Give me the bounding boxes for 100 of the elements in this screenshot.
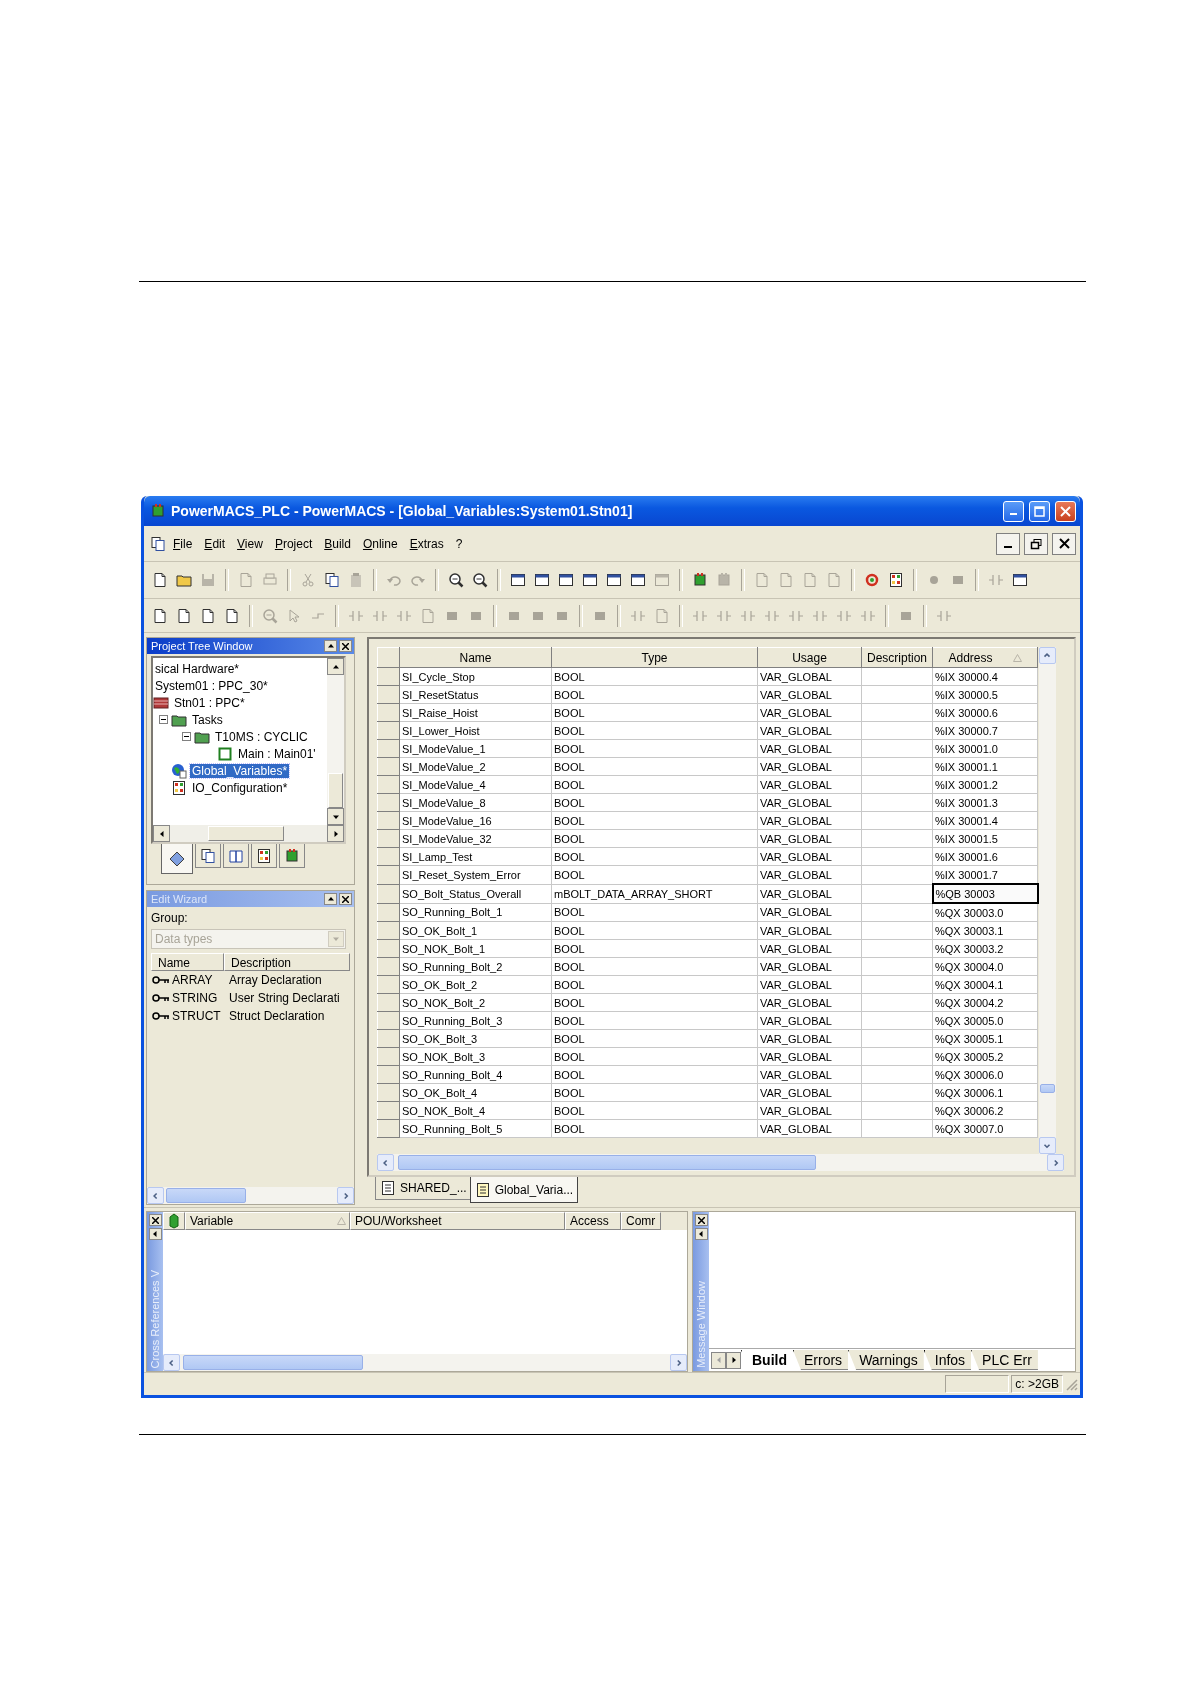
column-header[interactable]: Usage bbox=[757, 647, 862, 668]
list-item[interactable]: STRUCT bbox=[172, 1009, 221, 1023]
scroll-down-button[interactable] bbox=[1038, 1137, 1056, 1154]
window-icon[interactable] bbox=[534, 572, 550, 588]
chip-icon bbox=[284, 847, 300, 864]
scrollbar-thumb[interactable] bbox=[166, 1188, 246, 1203]
panel-tab[interactable] bbox=[195, 844, 221, 868]
tree-item[interactable]: IO_Configuration* bbox=[190, 780, 290, 795]
close-button[interactable] bbox=[339, 640, 352, 652]
folder-icon[interactable] bbox=[176, 572, 192, 588]
scrollbar-thumb[interactable] bbox=[183, 1355, 363, 1370]
message-tab[interactable]: Infos bbox=[923, 1350, 972, 1370]
list-cell-text: Array Declaration bbox=[228, 973, 322, 987]
tree-item[interactable]: Global_Variables* bbox=[190, 763, 290, 778]
expander-box[interactable] bbox=[159, 715, 168, 724]
tree-item[interactable]: Main : Main01' bbox=[236, 746, 318, 761]
tree-item[interactable]: T10MS : CYCLIC bbox=[213, 729, 310, 744]
triangle-down-icon bbox=[332, 935, 340, 943]
restore-icon bbox=[1030, 537, 1042, 550]
close-icon bbox=[697, 1216, 705, 1224]
column-header[interactable]: Address bbox=[932, 647, 1038, 668]
collapse-button[interactable] bbox=[324, 640, 337, 652]
close-button[interactable] bbox=[1052, 532, 1076, 555]
tree-item[interactable]: System01 : PPC_30* bbox=[153, 678, 270, 693]
menu-item[interactable]: Extras bbox=[404, 534, 449, 553]
column-header[interactable]: Access bbox=[565, 1212, 621, 1230]
minimize-button[interactable] bbox=[996, 532, 1020, 555]
pages-icon bbox=[150, 535, 166, 552]
scroll-down-button[interactable] bbox=[327, 808, 344, 825]
scroll-up-button[interactable] bbox=[327, 658, 344, 675]
menu-item[interactable]: ? bbox=[450, 534, 468, 553]
column-header[interactable]: POU/Worksheet bbox=[350, 1212, 565, 1230]
menu-item[interactable]: Edit bbox=[199, 534, 231, 553]
grid-icon bbox=[171, 779, 187, 796]
resize-grip-icon[interactable] bbox=[1065, 1377, 1078, 1391]
panel-tab[interactable] bbox=[251, 844, 277, 868]
menu-item[interactable]: Online bbox=[357, 534, 403, 553]
page-icon[interactable] bbox=[200, 607, 216, 624]
window-icon[interactable] bbox=[1012, 572, 1028, 588]
restore-button[interactable] bbox=[1024, 532, 1048, 555]
page-icon[interactable] bbox=[152, 607, 168, 624]
menu-item[interactable]: File bbox=[168, 534, 198, 553]
pages-icon bbox=[200, 847, 216, 864]
window-icon[interactable] bbox=[558, 572, 574, 588]
collapse-button[interactable] bbox=[694, 1228, 708, 1240]
page-icon[interactable] bbox=[176, 607, 192, 624]
expander-box[interactable] bbox=[182, 732, 191, 741]
column-header[interactable]: Type bbox=[551, 647, 758, 668]
maximize-button[interactable] bbox=[1029, 500, 1050, 522]
panel-title: Message Window bbox=[695, 1281, 707, 1368]
panel-tab[interactable] bbox=[161, 844, 193, 874]
scroll-left-button[interactable] bbox=[163, 1354, 180, 1371]
menu-item[interactable]: Build bbox=[319, 534, 356, 553]
triangle-up-icon bbox=[326, 895, 335, 903]
close-button[interactable] bbox=[694, 1214, 708, 1226]
document-icon bbox=[474, 1181, 491, 1198]
close-icon bbox=[151, 1216, 159, 1224]
chip-icon[interactable] bbox=[692, 572, 708, 588]
column-header[interactable]: Comr bbox=[621, 1212, 661, 1230]
column-header[interactable]: Name bbox=[151, 953, 224, 971]
collapse-button[interactable] bbox=[148, 1228, 162, 1240]
magnifier-icon[interactable] bbox=[472, 572, 488, 588]
cycle-icon[interactable] bbox=[864, 572, 880, 588]
grid-icon[interactable] bbox=[888, 572, 904, 588]
scrollbar-thumb[interactable] bbox=[1039, 1084, 1055, 1093]
corner-cell bbox=[377, 647, 400, 668]
document-tab[interactable]: Global_Varia... bbox=[469, 1177, 579, 1203]
window-icon[interactable] bbox=[606, 572, 622, 588]
column-header[interactable]: Description bbox=[861, 647, 933, 668]
scroll-up-button[interactable] bbox=[1038, 647, 1056, 664]
column-header[interactable]: Variable bbox=[185, 1212, 350, 1230]
message-tab[interactable]: PLC Err bbox=[971, 1350, 1038, 1370]
scrollbar-thumb[interactable] bbox=[398, 1155, 816, 1170]
menu-item[interactable]: Project bbox=[269, 534, 318, 553]
scroll-left-button[interactable] bbox=[147, 1187, 164, 1204]
table-cell[interactable]: %QB 30003 bbox=[932, 884, 1038, 903]
list-item[interactable]: STRING bbox=[172, 991, 218, 1005]
window-icon[interactable] bbox=[582, 572, 598, 588]
message-tab[interactable]: Errors bbox=[793, 1350, 849, 1370]
message-tab[interactable]: Warnings bbox=[848, 1350, 924, 1370]
tree-item[interactable]: sical Hardware* bbox=[153, 661, 242, 676]
scroll-right-button[interactable] bbox=[726, 1351, 741, 1369]
scroll-left-button[interactable] bbox=[153, 825, 170, 842]
close-button[interactable] bbox=[148, 1214, 162, 1226]
window-icon[interactable] bbox=[630, 572, 646, 588]
page-icon[interactable] bbox=[224, 607, 240, 624]
tree-item[interactable]: Tasks bbox=[190, 712, 225, 727]
document-tab[interactable]: SHARED_... bbox=[375, 1177, 472, 1200]
menu-item[interactable]: View bbox=[232, 534, 268, 553]
window-icon[interactable] bbox=[510, 572, 526, 588]
page-icon[interactable] bbox=[152, 572, 168, 588]
list-item[interactable]: ARRAY bbox=[172, 973, 213, 987]
magnifier-icon[interactable] bbox=[448, 572, 464, 588]
chip-icon bbox=[150, 503, 166, 519]
column-header[interactable]: Description bbox=[223, 953, 350, 971]
column-header[interactable]: Name bbox=[399, 647, 552, 668]
scroll-right-button[interactable] bbox=[327, 825, 344, 842]
scroll-left-button[interactable] bbox=[377, 1154, 394, 1171]
tree-item[interactable]: Stn01 : PPC* bbox=[172, 695, 247, 710]
pages-icon[interactable] bbox=[324, 572, 340, 588]
